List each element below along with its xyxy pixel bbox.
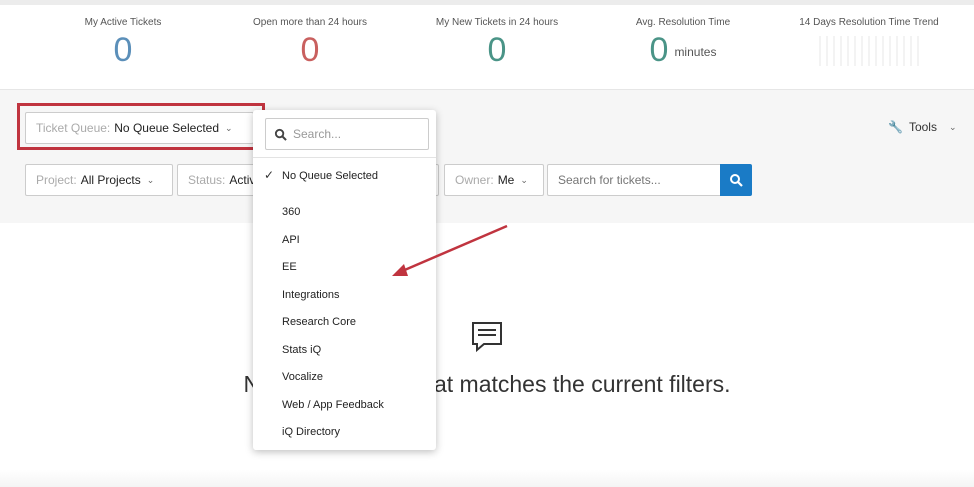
annotation-arrow <box>392 224 508 276</box>
bottom-edge <box>0 470 974 487</box>
